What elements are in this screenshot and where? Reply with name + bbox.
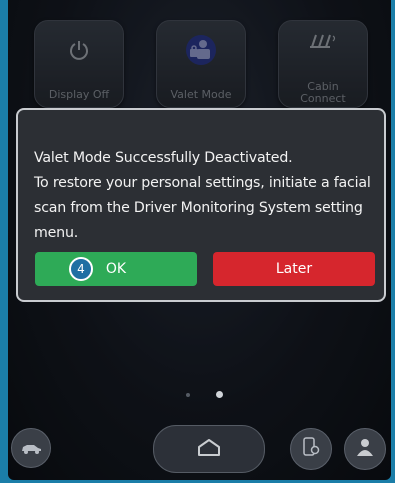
dialog-title: Valet Mode Successfully Deactivated.	[34, 150, 293, 166]
device-frame: Display Off Valet Mode Cabin Connect Val…	[0, 0, 395, 483]
page-dot[interactable]	[186, 393, 190, 397]
later-button[interactable]: Later	[213, 252, 375, 286]
step-badge: 4	[69, 257, 93, 281]
home-icon	[197, 438, 221, 460]
phone-settings-icon	[302, 436, 320, 462]
profile-icon	[356, 437, 374, 461]
valet-deactivated-dialog: Valet Mode Successfully Deactivated. To …	[16, 108, 386, 302]
ok-button-label: OK	[105, 261, 127, 277]
page-dot-active[interactable]	[216, 391, 223, 398]
car-button[interactable]	[11, 428, 51, 468]
home-button[interactable]	[153, 425, 265, 473]
dialog-instruction: To restore your personal settings, initi…	[34, 175, 371, 241]
car-icon	[20, 439, 42, 458]
screen: Display Off Valet Mode Cabin Connect Val…	[8, 0, 391, 480]
dialog-message: Valet Mode Successfully Deactivated. To …	[34, 146, 374, 246]
profile-button[interactable]	[344, 428, 386, 470]
ok-button[interactable]: 4 OK	[35, 252, 197, 286]
later-button-label: Later	[275, 261, 313, 277]
phone-settings-button[interactable]	[290, 428, 332, 470]
